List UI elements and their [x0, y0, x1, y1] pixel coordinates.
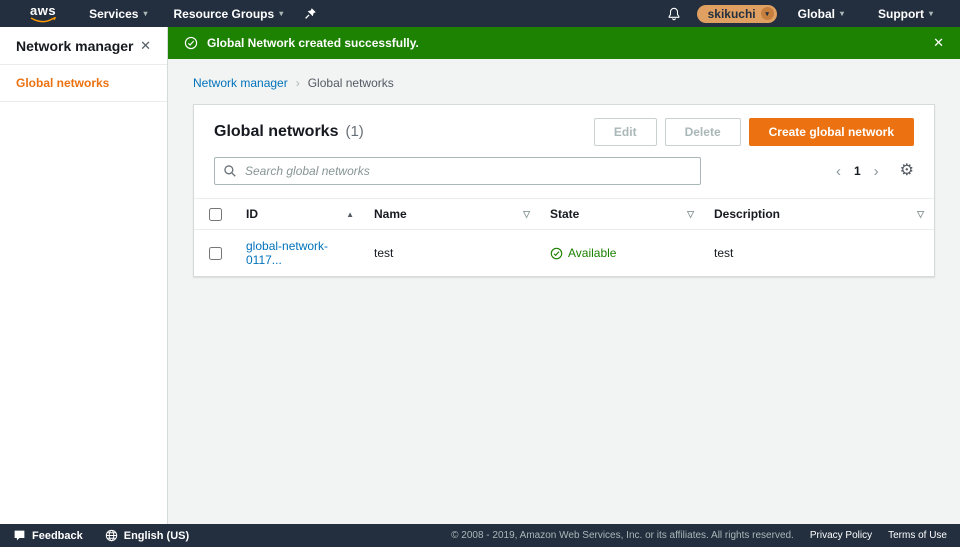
sidebar-close-icon[interactable]: ✕ — [140, 38, 151, 54]
resource-count: (1) — [345, 123, 363, 140]
delete-button[interactable]: Delete — [665, 118, 741, 146]
column-label-state: State — [550, 207, 579, 221]
footer-right-group: © 2008 - 2019, Amazon Web Services, Inc.… — [451, 530, 947, 541]
success-banner: Global Network created successfully. ✕ — [168, 27, 960, 59]
status-check-circle-icon — [550, 247, 563, 260]
support-menu-label: Support — [878, 7, 924, 21]
column-header-name[interactable]: Name ▽ — [364, 199, 540, 230]
status-text: Available — [568, 246, 616, 260]
chevron-down-icon: ▾ — [279, 10, 283, 18]
cell-description: test — [704, 230, 934, 277]
cell-id: global-network-0117... — [236, 230, 364, 277]
settings-gear-icon[interactable]: ⚙ — [900, 163, 914, 179]
table-header-row: ID ▲ Name ▽ — [194, 199, 934, 230]
banner-close-icon[interactable]: ✕ — [933, 35, 944, 51]
top-navigation: aws Services ▾ Resource Groups ▾ — [0, 0, 960, 27]
body-row: Network manager ✕ Global networks Global… — [0, 27, 960, 524]
chevron-down-icon: ▾ — [840, 10, 844, 18]
account-menu[interactable]: skikuchi ▾ — [697, 5, 777, 23]
region-menu[interactable]: Global ▾ — [785, 0, 857, 27]
region-menu-label: Global — [798, 7, 835, 21]
select-all-checkbox[interactable] — [209, 208, 222, 221]
table-row: global-network-0117... test — [194, 230, 934, 277]
feedback-button[interactable]: Feedback — [13, 529, 83, 542]
card-actions: Edit Delete Create global network — [594, 118, 914, 146]
global-networks-table: ID ▲ Name ▽ — [194, 198, 934, 276]
main-column: Global Network created successfully. ✕ N… — [168, 27, 960, 524]
edit-button[interactable]: Edit — [594, 118, 657, 146]
services-menu[interactable]: Services ▾ — [76, 0, 160, 27]
cell-state: Available — [540, 230, 704, 277]
chevron-down-icon: ▾ — [761, 7, 774, 20]
previous-page-icon[interactable]: ‹ — [836, 164, 841, 179]
row-checkbox[interactable] — [209, 247, 222, 260]
card-header: Global networks (1) Edit Delete Create g… — [194, 105, 934, 157]
column-header-state[interactable]: State ▽ — [540, 199, 704, 230]
column-label-name: Name — [374, 207, 407, 221]
copyright-text: © 2008 - 2019, Amazon Web Services, Inc.… — [451, 530, 794, 541]
support-menu[interactable]: Support ▾ — [865, 0, 946, 27]
notifications-button[interactable] — [659, 0, 689, 27]
bell-icon — [667, 7, 681, 21]
sort-icon[interactable]: ▽ — [917, 209, 924, 220]
chevron-down-icon: ▾ — [929, 10, 933, 18]
check-circle-icon — [184, 36, 198, 50]
aws-logo-smile — [30, 17, 56, 23]
header-checkbox-cell — [194, 199, 236, 230]
console-footer: Feedback English (US) © 2008 - 2019, Ama… — [0, 524, 960, 547]
feedback-bubble-icon — [13, 529, 26, 542]
language-label: English (US) — [124, 530, 189, 542]
row-checkbox-cell — [194, 230, 236, 277]
global-networks-card: Global networks (1) Edit Delete Create g… — [193, 104, 935, 277]
create-global-network-button[interactable]: Create global network — [749, 118, 914, 146]
pin-icon — [304, 7, 317, 20]
resource-groups-menu[interactable]: Resource Groups ▾ — [160, 0, 296, 27]
feedback-label: Feedback — [32, 530, 83, 542]
sidebar-title: Network manager — [16, 38, 133, 54]
aws-logo[interactable]: aws — [0, 5, 76, 23]
breadcrumb-network-manager[interactable]: Network manager — [193, 76, 288, 90]
terms-of-use-link[interactable]: Terms of Use — [888, 530, 947, 541]
breadcrumb-separator-icon: › — [296, 76, 300, 90]
resource-groups-menu-label: Resource Groups — [173, 7, 274, 21]
cell-name: test — [364, 230, 540, 277]
footer-left-group: Feedback English (US) — [13, 529, 189, 542]
status-badge: Available — [550, 246, 694, 260]
search-box — [214, 157, 701, 185]
column-header-description[interactable]: Description ▽ — [704, 199, 934, 230]
language-selector[interactable]: English (US) — [105, 529, 189, 542]
privacy-policy-link[interactable]: Privacy Policy — [810, 530, 872, 541]
table-toolbar: ‹ 1 › ⚙ — [194, 157, 934, 198]
sidebar: Network manager ✕ Global networks — [0, 27, 168, 524]
page-title: Global networks — [214, 123, 338, 141]
search-input[interactable] — [214, 157, 701, 185]
page-number[interactable]: 1 — [854, 164, 861, 178]
pin-shortcut-button[interactable] — [296, 0, 325, 27]
next-page-icon[interactable]: › — [874, 164, 879, 179]
chevron-down-icon: ▾ — [143, 10, 147, 18]
sort-icon[interactable]: ▽ — [523, 209, 530, 220]
aws-logo-text: aws — [30, 5, 56, 17]
nav-right-group: skikuchi ▾ Global ▾ Support ▾ — [659, 0, 960, 27]
column-label-id: ID — [246, 207, 258, 221]
services-menu-label: Services — [89, 7, 138, 21]
account-menu-label: skikuchi — [708, 7, 756, 21]
column-label-description: Description — [714, 207, 780, 221]
column-header-id[interactable]: ID ▲ — [236, 199, 364, 230]
sidebar-item-global-networks[interactable]: Global networks — [0, 65, 167, 102]
global-network-link[interactable]: global-network-0117... — [246, 239, 328, 267]
breadcrumb-global-networks: Global networks — [308, 76, 394, 90]
sort-ascending-icon[interactable]: ▲ — [346, 210, 354, 219]
sort-icon[interactable]: ▽ — [687, 209, 694, 220]
breadcrumb: Network manager › Global networks — [193, 76, 935, 90]
banner-message: Global Network created successfully. — [207, 36, 419, 50]
sidebar-nav: Global networks — [0, 65, 167, 102]
aws-console-page: aws Services ▾ Resource Groups ▾ — [0, 0, 960, 547]
main-content: Network manager › Global networks Global… — [168, 59, 960, 524]
globe-icon — [105, 529, 118, 542]
nav-left-group: aws Services ▾ Resource Groups ▾ — [0, 0, 325, 27]
sidebar-header: Network manager ✕ — [0, 27, 167, 65]
pagination: ‹ 1 › ⚙ — [836, 163, 914, 179]
